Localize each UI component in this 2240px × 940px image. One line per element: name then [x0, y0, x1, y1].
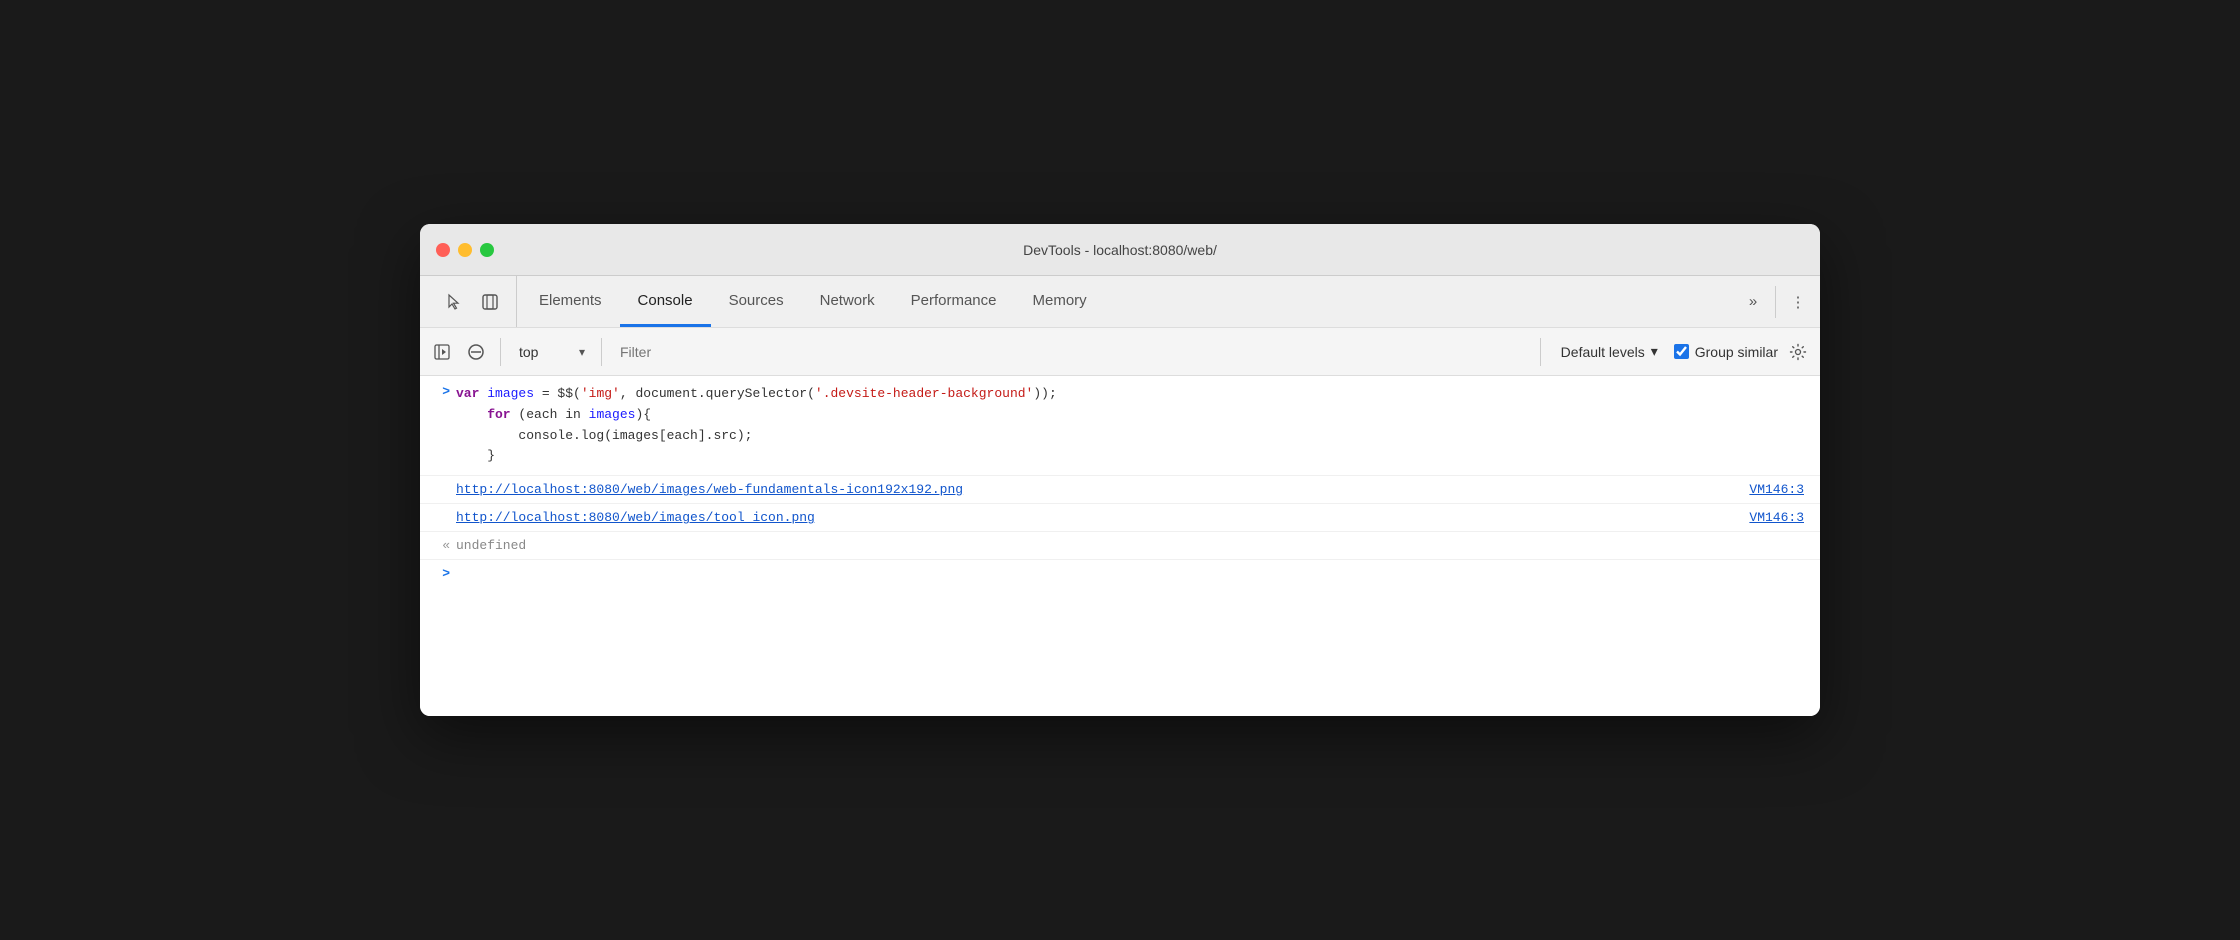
prompt-arrow: > [442, 384, 450, 399]
input-prompt-arrow: > [442, 566, 450, 581]
log-url-1[interactable]: http://localhost:8080/web/images/web-fun… [456, 482, 963, 497]
return-arrow: « [442, 538, 450, 553]
log-meta-2[interactable]: VM146:3 [1749, 510, 1820, 525]
console-content: > var images = $$('img', document.queryS… [420, 376, 1820, 716]
devtools-menu-button[interactable]: ⋮ [1784, 288, 1812, 316]
inspect-element-icon[interactable] [440, 288, 468, 316]
console-toolbar: top ▾ Default levels ▾ Group similar [420, 328, 1820, 376]
tabbar-icons [428, 276, 517, 327]
code-line-1: var images = $$('img', document.querySel… [456, 384, 1808, 405]
kw-var-1: var [456, 386, 487, 401]
input-gutter: > [420, 566, 456, 581]
group-similar-checkbox-wrap[interactable]: Group similar [1674, 344, 1778, 360]
close-button[interactable] [436, 243, 450, 257]
toolbar-divider-1 [500, 338, 501, 366]
toolbar-divider-3 [1540, 338, 1541, 366]
group-similar-checkbox[interactable] [1674, 344, 1689, 359]
device-toolbar-icon[interactable] [476, 288, 504, 316]
filter-input[interactable] [612, 340, 1530, 364]
clear-console-button[interactable] [462, 338, 490, 366]
tab-elements[interactable]: Elements [521, 276, 620, 327]
tab-sources[interactable]: Sources [711, 276, 802, 327]
undefined-gutter: « [420, 538, 456, 553]
undefined-text: undefined [456, 538, 526, 553]
var-images: images [487, 386, 534, 401]
log-url-2[interactable]: http://localhost:8080/web/images/tool_ic… [456, 510, 815, 525]
undefined-entry: « undefined [420, 532, 1820, 560]
show-console-sidebar-button[interactable] [428, 338, 456, 366]
tabbar-right: » ⋮ [1739, 276, 1812, 327]
tab-network[interactable]: Network [802, 276, 893, 327]
code-block: var images = $$('img', document.querySel… [456, 382, 1820, 469]
more-tabs-button[interactable]: » [1739, 288, 1767, 316]
window-controls [436, 243, 494, 257]
context-select-wrap: top ▾ [511, 340, 591, 364]
minimize-button[interactable] [458, 243, 472, 257]
titlebar: DevTools - localhost:8080/web/ [420, 224, 1820, 276]
maximize-button[interactable] [480, 243, 494, 257]
levels-button[interactable]: Default levels ▾ [1551, 339, 1668, 364]
log-entry-1-url[interactable]: http://localhost:8080/web/images/web-fun… [456, 482, 1749, 497]
toolbar-divider-2 [601, 338, 602, 366]
code-line-4: } [456, 446, 1808, 467]
code-line-3: console.log(images[each].src); [456, 426, 1808, 447]
code-entry-gutter: > [420, 382, 456, 399]
context-select[interactable]: top [511, 340, 591, 364]
log-entry-1: http://localhost:8080/web/images/web-fun… [420, 476, 1820, 504]
titlebar-title: DevTools - localhost:8080/web/ [1023, 242, 1217, 258]
log-entry-2-url[interactable]: http://localhost:8080/web/images/tool_ic… [456, 510, 1749, 525]
devtools-window: DevTools - localhost:8080/web/ Elements [420, 224, 1820, 716]
log-meta-1[interactable]: VM146:3 [1749, 482, 1820, 497]
console-input-row[interactable]: > [420, 560, 1820, 587]
tab-performance[interactable]: Performance [893, 276, 1015, 327]
console-input[interactable] [456, 566, 1820, 581]
tabbar: Elements Console Sources Network Perform… [420, 276, 1820, 328]
log-entry-2: http://localhost:8080/web/images/tool_ic… [420, 504, 1820, 532]
console-code-entry: > var images = $$('img', document.queryS… [420, 376, 1820, 476]
code-line-2: for (each in images){ [456, 405, 1808, 426]
tabbar-divider [1775, 286, 1776, 318]
settings-button[interactable] [1784, 338, 1812, 366]
tab-console[interactable]: Console [620, 276, 711, 327]
tab-memory[interactable]: Memory [1015, 276, 1105, 327]
